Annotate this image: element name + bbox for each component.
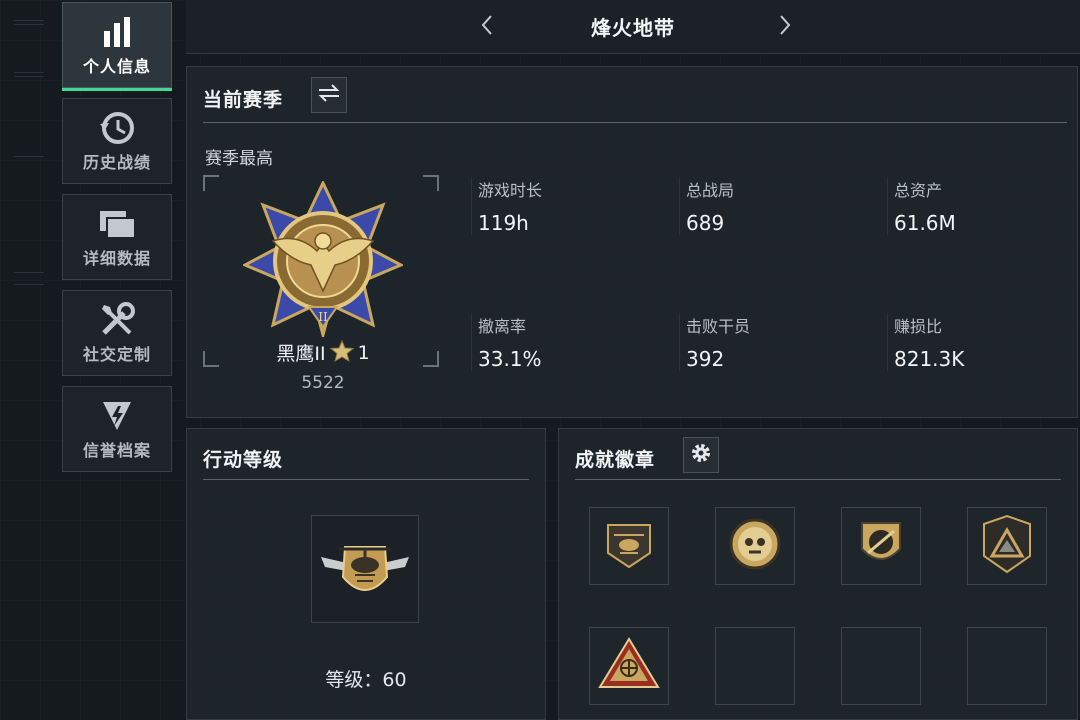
badge-slot[interactable]: [715, 507, 795, 585]
history-clock-icon: [98, 109, 136, 147]
stat-extraction-rate: 撤离率 33.1%: [471, 313, 671, 371]
gear-icon: [689, 441, 713, 469]
stat-value: 392: [686, 347, 725, 371]
radar-triangle-badge-icon: [598, 637, 660, 695]
frame-corner: [203, 175, 219, 191]
badge-slot-empty[interactable]: [967, 627, 1047, 705]
credit-shield-icon: [99, 397, 135, 435]
left-decoration: [0, 0, 60, 720]
frame-corner: [423, 175, 439, 191]
operation-emblem-frame: [311, 515, 419, 623]
badges-divider: [575, 479, 1061, 480]
stat-value: 33.1%: [478, 347, 542, 371]
mode-title: 烽火地带: [591, 16, 675, 40]
skull-coin-badge-icon: [728, 517, 782, 575]
sidebar-item-social[interactable]: 社交定制: [62, 290, 172, 376]
season-divider: [203, 122, 1067, 123]
stat-label: 赚损比: [894, 317, 943, 336]
operation-level-panel: 行动等级 等级：60: [186, 428, 546, 720]
sidebar-item-history[interactable]: 历史战绩: [62, 98, 172, 184]
operation-level-row: 等级：60: [187, 665, 545, 692]
frame-corner: [203, 351, 219, 367]
badge-slot-empty[interactable]: [841, 627, 921, 705]
triangle-shield-badge-icon: [980, 514, 1034, 578]
rank-emblem: II: [241, 179, 405, 341]
stat-value: 119h: [478, 211, 529, 235]
season-title: 当前赛季: [203, 89, 284, 111]
badge-settings-button[interactable]: [683, 437, 719, 473]
sidebar-item-label: 信誉档案: [82, 441, 151, 460]
frame-corner: [423, 351, 439, 367]
stat-label: 游戏时长: [478, 181, 543, 200]
sidebar-item-label: 详细数据: [82, 249, 151, 268]
badge-slot[interactable]: [967, 507, 1047, 585]
level-label: 等级：: [325, 669, 383, 691]
stat-label: 击败干员: [686, 317, 751, 336]
helicopter-wings-emblem-icon: [317, 527, 413, 611]
next-mode-button[interactable]: [770, 12, 800, 42]
season-panel: 当前赛季 赛季最高 II 黑鹰II 1 5522 游戏时长 119h 总战局 6…: [186, 66, 1078, 418]
folders-icon: [97, 205, 137, 243]
star-icon: [329, 339, 354, 366]
sidebar-item-detailed-data[interactable]: 详细数据: [62, 194, 172, 280]
stat-operators-defeated: 击败干员 392: [679, 313, 879, 371]
badge-slot[interactable]: [841, 507, 921, 585]
wrench-screwdriver-icon: [98, 301, 136, 339]
badge-slot-empty[interactable]: [715, 627, 795, 705]
badge-slot[interactable]: [589, 627, 669, 705]
bar-chart-icon: [99, 13, 135, 51]
rank-stars: 1: [357, 341, 370, 364]
stat-play-time: 游戏时长 119h: [471, 177, 671, 235]
rifle-shield-badge-icon: [854, 517, 908, 575]
operation-divider: [203, 479, 529, 480]
rank-name-row: 黑鹰II 1: [263, 339, 383, 366]
sidebar-item-label: 个人信息: [82, 57, 151, 76]
badges-title: 成就徽章: [575, 449, 656, 471]
rank-name: 黑鹰II: [276, 343, 326, 365]
mode-header: 烽火地带: [186, 0, 1080, 54]
level-value: 60: [382, 669, 407, 691]
stat-label: 撤离率: [478, 317, 527, 336]
stat-value: 689: [686, 211, 725, 235]
sidebar-item-credit[interactable]: 信誉档案: [62, 386, 172, 472]
stat-total-assets: 总资产 61.6M: [887, 177, 1080, 235]
operation-level-title: 行动等级: [203, 449, 284, 471]
stat-value: 61.6M: [894, 211, 956, 235]
chevron-right-icon: [778, 14, 792, 40]
stat-value: 821.3K: [894, 347, 965, 371]
rank-emblem-numeral: II: [318, 310, 328, 324]
achievement-badges-panel: 成就徽章: [558, 428, 1078, 720]
season-best-label: 赛季最高: [205, 149, 273, 169]
season-switch-button[interactable]: [311, 77, 347, 113]
stat-total-matches: 总战局 689: [679, 177, 879, 235]
sidebar-item-label: 社交定制: [82, 345, 151, 364]
badge-slot[interactable]: [589, 507, 669, 585]
stat-label: 总战局: [686, 181, 735, 200]
stat-label: 总资产: [894, 181, 943, 200]
rank-score: 5522: [301, 373, 345, 393]
sidebar-item-label: 历史战绩: [82, 153, 151, 172]
swap-arrows-icon: [317, 83, 341, 107]
helicopter-badge-icon: [602, 517, 656, 575]
stat-profit-loss-ratio: 赚损比 821.3K: [887, 313, 1080, 371]
sidebar-item-profile[interactable]: 个人信息: [62, 2, 172, 91]
